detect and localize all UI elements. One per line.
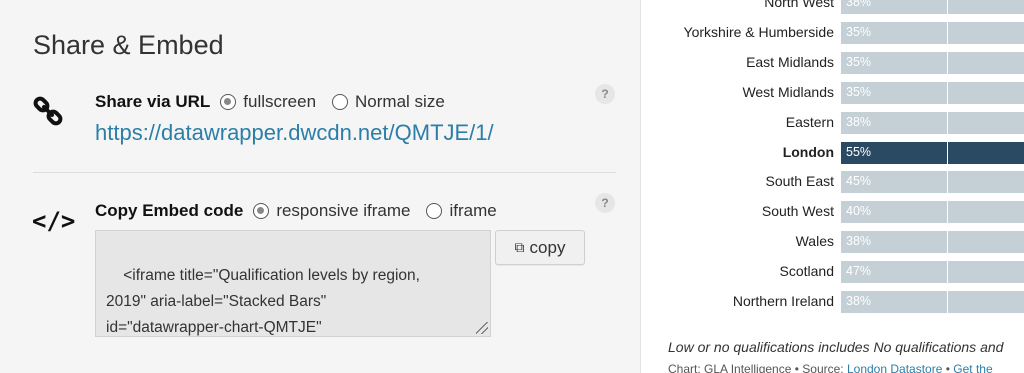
chart-bar: 35% [841, 81, 1024, 104]
share-url-link[interactable]: https://datawrapper.dwcdn.net/QMTJE/1/ [95, 120, 494, 146]
normal-size-radio[interactable]: Normal size [332, 92, 445, 112]
responsive-iframe-radio-button[interactable] [253, 203, 270, 219]
chart-segment-divider [947, 51, 948, 74]
chart-segment-divider [947, 201, 948, 224]
chart-segment-divider [947, 81, 948, 104]
chart-footnote: Low or no qualifications includes No qua… [668, 339, 1004, 355]
chart-row: Northern Ireland 38% [641, 291, 1024, 313]
embed-code-textarea[interactable]: <iframe title="Qualification levels by r… [95, 230, 491, 337]
iframe-radio[interactable]: iframe [426, 201, 497, 221]
embed-code-help-icon[interactable]: ? [595, 193, 615, 213]
fullscreen-radio[interactable]: fullscreen [220, 92, 316, 112]
chart-value-label: 35% [846, 54, 872, 69]
fullscreen-radio-button[interactable] [220, 94, 237, 110]
chart-value-label: 38% [846, 294, 872, 308]
share-url-help-icon[interactable]: ? [595, 84, 615, 104]
chart-row: Wales 38% [641, 231, 1024, 254]
chart-bar: 35% [841, 51, 1024, 74]
chart-bar: 45% [841, 171, 1024, 194]
source-prefix: Chart: GLA Intelligence • Source: [668, 362, 844, 373]
chart-row: Yorkshire & Humberside 35% [641, 21, 1024, 44]
copy-button-label: copy [529, 237, 566, 257]
copy-icon: ⧉ [514, 239, 525, 255]
chart-value-label: 47% [846, 264, 872, 279]
chart-segment-divider [947, 171, 948, 194]
chart-row: Scotland 47% [641, 261, 1024, 284]
fullscreen-radio-label: fullscreen [243, 92, 317, 111]
section-divider [33, 172, 616, 173]
chart-segment-divider [947, 0, 948, 14]
chart-value-label: 38% [846, 0, 872, 9]
chart-bar: 38% [841, 291, 1024, 313]
iframe-radio-button[interactable] [426, 203, 443, 219]
responsive-iframe-radio[interactable]: responsive iframe [253, 201, 410, 221]
chart-segment-divider [947, 21, 948, 44]
share-url-row: Share via URL fullscreen Normal size [95, 92, 461, 112]
chart-preview: North West 38% Yorkshire & Humberside 35% Ea… [640, 0, 1024, 373]
copy-button[interactable]: ⧉ copy [495, 230, 585, 265]
chart-value-label: 38% [846, 114, 872, 129]
link-icon [33, 96, 63, 126]
share-embed-panel: Share & Embed Share via URL fullscreen N… [0, 0, 640, 373]
panel-title: Share & Embed [33, 30, 224, 60]
chart-row: North West 38% [641, 0, 1024, 14]
chart-category-label: West Midlands [742, 83, 834, 100]
embed-code-text: <iframe title="Qualification levels by r… [106, 267, 420, 336]
chart-segment-divider [947, 111, 948, 134]
chart-source: Chart: GLA Intelligence • Source: London… [668, 362, 993, 373]
chart-row: London 55% [641, 141, 1024, 164]
chart-category-label: Yorkshire & Humberside [683, 23, 834, 40]
resize-handle-icon[interactable] [476, 322, 488, 334]
chart-category-label: Wales [795, 233, 834, 250]
chart-row: East Midlands 35% [641, 51, 1024, 74]
chart-category-label: London [782, 143, 834, 160]
chart-bar: 55% [841, 141, 1024, 164]
chart-value-label: 35% [846, 24, 872, 39]
source-link[interactable]: London Datastore [847, 362, 942, 373]
chart-category-label: South East [765, 173, 835, 190]
chart-value-label: 38% [846, 234, 872, 249]
normal-size-radio-button[interactable] [332, 94, 349, 110]
chart-category-label: Scotland [779, 263, 834, 280]
chart-value-label: 35% [846, 84, 872, 99]
chart-bar: 38% [841, 231, 1024, 254]
get-data-link[interactable]: Get the [953, 362, 992, 373]
embed-code-row: Copy Embed code responsive iframe iframe [95, 201, 513, 221]
chart-row: West Midlands 35% [641, 81, 1024, 104]
responsive-iframe-radio-label: responsive iframe [276, 201, 411, 220]
chart-bar: 38% [841, 0, 1024, 14]
chart-category-label: South West [761, 203, 834, 220]
chart-value-label: 55% [846, 144, 872, 159]
code-icon: </> [32, 207, 76, 235]
share-url-label: Share via URL [95, 92, 211, 111]
chart-row: South East 45% [641, 171, 1024, 194]
chart-bar: 38% [841, 111, 1024, 134]
chart-row: Eastern 38% [641, 111, 1024, 134]
chart-category-label: Northern Ireland [732, 293, 834, 309]
normal-size-radio-label: Normal size [355, 92, 445, 111]
chart-category-label: North West [764, 0, 834, 10]
embed-code-label: Copy Embed code [95, 201, 244, 220]
chart-value-label: 40% [846, 204, 872, 219]
chart-bar: 40% [841, 201, 1024, 224]
chart-segment-divider [947, 261, 948, 284]
chart-category-label: East Midlands [746, 53, 834, 70]
chart-value-label: 45% [846, 174, 872, 189]
chart-segment-divider [947, 291, 948, 313]
chart-row: South West 40% [641, 201, 1024, 224]
chart-segment-divider [947, 141, 948, 164]
iframe-radio-label: iframe [449, 201, 497, 220]
chart-category-label: Eastern [785, 113, 834, 130]
chart-bar: 47% [841, 261, 1024, 284]
chart-segment-divider [947, 231, 948, 254]
source-separator: • [945, 362, 950, 373]
chart-bar: 35% [841, 21, 1024, 44]
